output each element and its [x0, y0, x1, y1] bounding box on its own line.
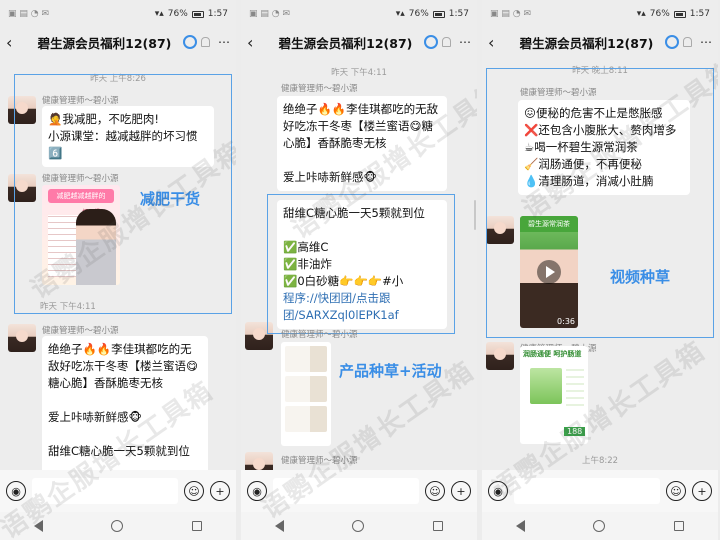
voice-icon[interactable]: ◉ [6, 481, 26, 501]
chat-title: 碧生源会员福利12(87) [519, 35, 654, 51]
chat-screen-3: ▣ ▤ ◔ ✉ ▾▴ 76% 1:57 ‹ 碧生源会员福利12(87) ⋯ 昨天… [482, 0, 718, 540]
notification-icons: ▣ ▤ ◔ ✉ [490, 9, 531, 19]
message-list[interactable]: 昨天 上午8:26 健康管理师～碧小源 🤦我减肥，不吃肥肉! 小源课堂：越减越胖… [0, 60, 236, 499]
product-image[interactable] [281, 342, 331, 446]
timestamp: 上午8:22 [581, 456, 619, 466]
price-tag: 188 [564, 427, 586, 436]
chat-header: ‹ 碧生源会员福利12(87) ⋯ [241, 28, 477, 56]
battery-percent: 76% [167, 9, 188, 19]
voice-icon[interactable]: ◉ [247, 481, 267, 501]
voice-icon[interactable]: ◉ [488, 481, 508, 501]
battery-percent: 76% [408, 9, 429, 19]
avatar[interactable] [8, 324, 36, 352]
signal-icon: ▾▴ [636, 9, 646, 19]
message-input[interactable] [32, 478, 178, 504]
message-text: 绝绝子🔥🔥李佳琪都吃的无敌好吃冻干冬枣【楼兰蜜语😋糖心脆】香酥脆枣无核 爱上咔哧… [283, 102, 439, 184]
emoji-icon[interactable]: ☺ [184, 481, 204, 501]
chat-header: ‹ 碧生源会员福利12(87) ⋯ [482, 28, 718, 56]
clock: 1:57 [207, 9, 228, 19]
annotation-label: 产品种草+活动 [339, 362, 442, 380]
sender-name: 健康管理师～碧小源 [281, 456, 358, 466]
product-image[interactable]: 润肠通便 呵护肠道 188 [520, 346, 588, 444]
nav-recents-icon[interactable] [432, 521, 443, 531]
battery-icon [673, 10, 686, 18]
chat-title: 碧生源会员福利12(87) [278, 35, 413, 51]
message-list[interactable]: 昨天 晚上8:11 健康管理师～碧小源 😖便秘的危害不止是憋胀感 ❌还包含小腹胀… [482, 60, 718, 470]
mute-bell-icon [442, 37, 451, 47]
nav-home-icon[interactable] [111, 520, 124, 532]
sender-name: 健康管理师～碧小源 [42, 326, 119, 336]
chat-screen-1: ▣ ▤ ◔ ✉ ▾▴ 76% 1:57 ‹ 碧生源会员福利12(87) ⋯ 昨天… [0, 0, 236, 540]
plus-icon[interactable]: + [451, 481, 471, 501]
nav-recents-icon[interactable] [191, 521, 202, 531]
qq-badge-icon[interactable] [424, 35, 438, 49]
annotation-label: 减肥干货 [140, 190, 201, 208]
nav-back-icon[interactable] [275, 520, 285, 532]
more-menu-icon[interactable]: ⋯ [700, 35, 712, 49]
product-title: 润肠通便 呵护肠道 [523, 350, 582, 358]
input-bar: ◉ ☺ + [0, 470, 236, 512]
scrollbar[interactable] [474, 200, 476, 230]
back-arrow-icon[interactable]: ‹ [6, 33, 26, 52]
sender-name: 健康管理师～碧小源 [281, 84, 358, 94]
message-input[interactable] [273, 478, 419, 504]
clock: 1:57 [689, 9, 710, 19]
timestamp: 昨天 下午4:11 [331, 68, 387, 78]
status-bar: ▣ ▤ ◔ ✉ ▾▴ 76% 1:57 [482, 0, 718, 28]
battery-icon [191, 10, 204, 18]
emoji-icon[interactable]: ☺ [666, 481, 686, 501]
annotation-label: 视频种草 [610, 268, 671, 286]
status-bar: ▣ ▤ ◔ ✉ ▾▴ 76% 1:57 [0, 0, 236, 28]
notification-icons: ▣ ▤ ◔ ✉ [8, 9, 49, 19]
battery-percent: 76% [649, 9, 670, 19]
nav-recents-icon[interactable] [673, 521, 684, 531]
qq-badge-icon[interactable] [665, 35, 679, 49]
system-nav-bar [482, 512, 718, 540]
qq-badge-icon[interactable] [183, 35, 197, 49]
clock: 1:57 [448, 9, 469, 19]
sender-name: 健康管理师～碧小源 [281, 330, 358, 340]
status-bar: ▣ ▤ ◔ ✉ ▾▴ 76% 1:57 [241, 0, 477, 28]
plus-icon[interactable]: + [692, 481, 712, 501]
chat-screen-2: ▣ ▤ ◔ ✉ ▾▴ 76% 1:57 ‹ 碧生源会员福利12(87) ⋯ 昨天… [241, 0, 477, 540]
chat-header: ‹ 碧生源会员福利12(87) ⋯ [0, 28, 236, 56]
mute-bell-icon [683, 37, 692, 47]
system-nav-bar [241, 512, 477, 540]
back-arrow-icon[interactable]: ‹ [247, 33, 267, 52]
notification-icons: ▣ ▤ ◔ ✉ [249, 9, 290, 19]
nav-back-icon[interactable] [516, 520, 526, 532]
mute-bell-icon [201, 37, 210, 47]
avatar[interactable] [486, 342, 514, 370]
input-bar: ◉ ☺ + [482, 470, 718, 512]
emoji-icon[interactable]: ☺ [425, 481, 445, 501]
back-arrow-icon[interactable]: ‹ [488, 33, 508, 52]
highlight-box [267, 194, 455, 334]
system-nav-bar [0, 512, 236, 540]
plus-icon[interactable]: + [210, 481, 230, 501]
message-bubble[interactable]: 绝绝子🔥🔥李佳琪都吃的无敌好吃冻干冬枣【楼兰蜜语😋糖心脆】香酥脆枣无核 爱上咔哧… [277, 96, 447, 191]
nav-home-icon[interactable] [352, 520, 365, 532]
more-menu-icon[interactable]: ⋯ [218, 35, 230, 49]
chat-title: 碧生源会员福利12(87) [37, 35, 172, 51]
input-bar: ◉ ☺ + [241, 470, 477, 512]
signal-icon: ▾▴ [154, 9, 164, 19]
signal-icon: ▾▴ [395, 9, 405, 19]
more-menu-icon[interactable]: ⋯ [459, 35, 471, 49]
nav-home-icon[interactable] [593, 520, 606, 532]
message-input[interactable] [514, 478, 660, 504]
nav-back-icon[interactable] [34, 520, 44, 532]
message-list[interactable]: 昨天 下午4:11 健康管理师～碧小源 绝绝子🔥🔥李佳琪都吃的无敌好吃冻干冬枣【… [241, 60, 477, 480]
highlight-box [486, 68, 714, 338]
battery-icon [432, 10, 445, 18]
